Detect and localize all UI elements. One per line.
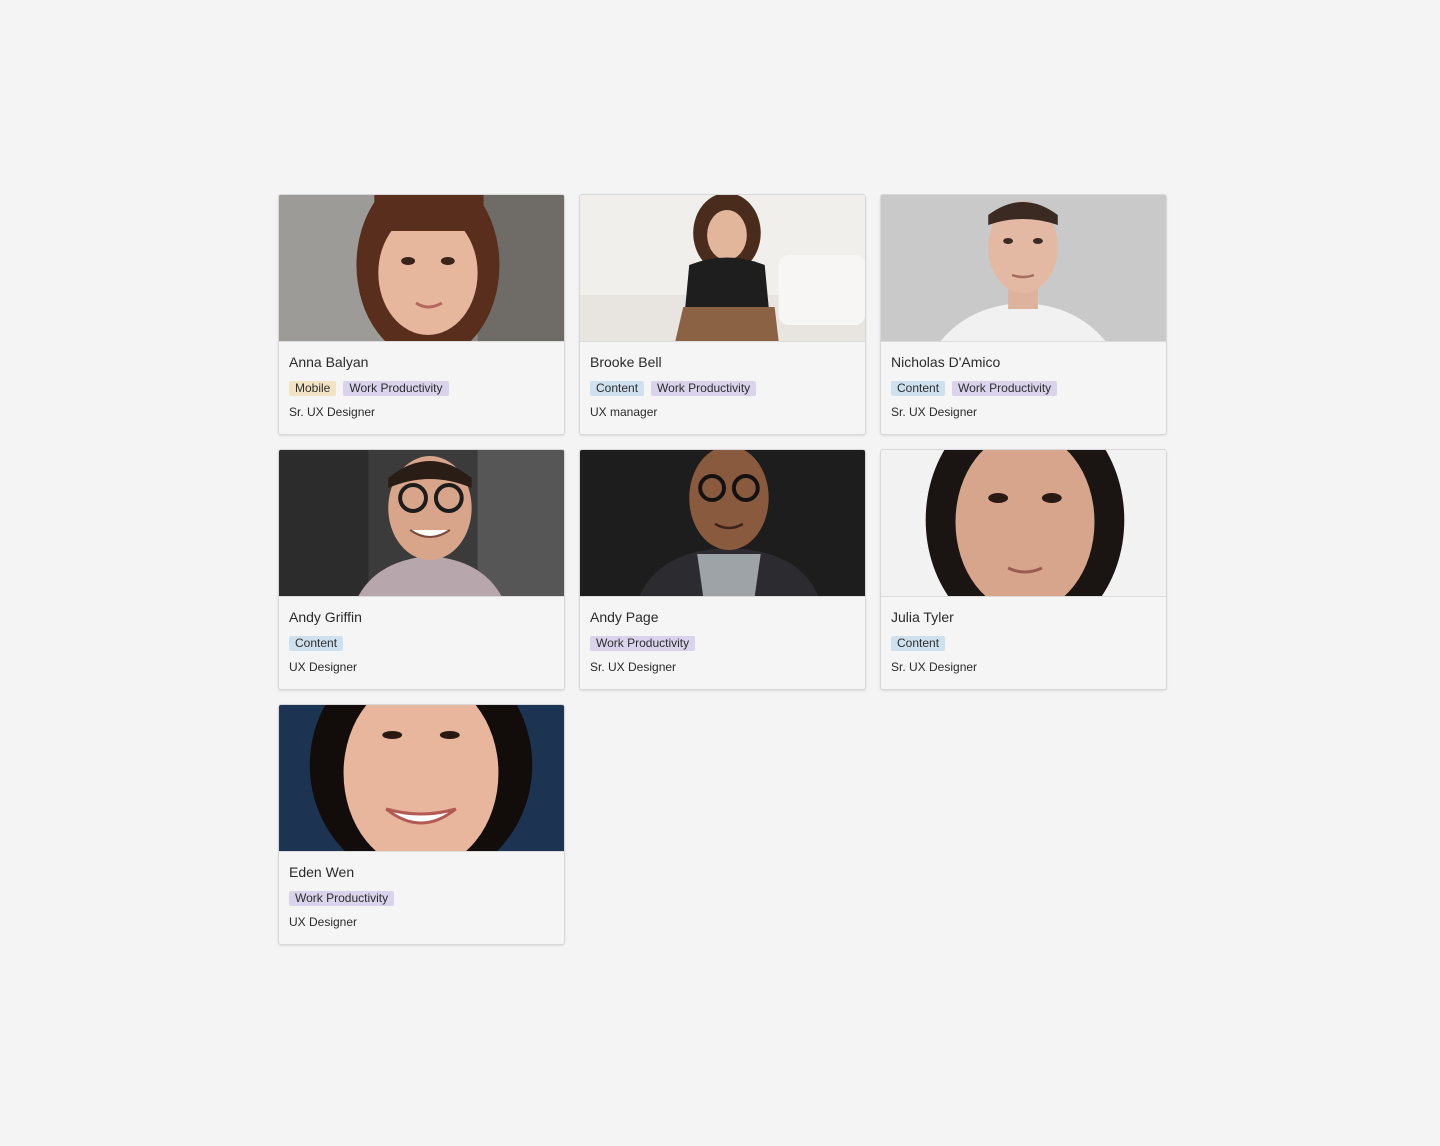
portrait-photo bbox=[279, 195, 564, 342]
tag-work-productivity: Work Productivity bbox=[952, 381, 1058, 396]
portrait-photo bbox=[580, 195, 865, 342]
tag-work-productivity: Work Productivity bbox=[651, 381, 757, 396]
person-role: UX Designer bbox=[289, 915, 358, 929]
person-name: Nicholas D'Amico bbox=[891, 354, 1001, 370]
person-name: Brooke Bell bbox=[590, 354, 662, 370]
tag-list: Work Productivity bbox=[590, 636, 855, 651]
person-role: UX Designer bbox=[289, 660, 358, 674]
person-role: UX manager bbox=[590, 405, 658, 419]
tag-list: Content Work Productivity bbox=[590, 381, 855, 396]
person-card-brooke-bell[interactable]: Brooke Bell Content Work Productivity UX… bbox=[579, 194, 866, 435]
person-name: Andy Page bbox=[590, 609, 659, 625]
people-grid: Anna Balyan Mobile Work Productivity Sr.… bbox=[278, 194, 1167, 945]
person-name: Andy Griffin bbox=[289, 609, 362, 625]
tag-work-productivity: Work Productivity bbox=[590, 636, 696, 651]
tag-work-productivity: Work Productivity bbox=[343, 381, 449, 396]
person-role: Sr. UX Designer bbox=[289, 405, 376, 419]
person-name: Anna Balyan bbox=[289, 354, 369, 370]
tag-list: Content bbox=[289, 636, 554, 651]
person-role: Sr. UX Designer bbox=[590, 660, 677, 674]
tag-list: Content Work Productivity bbox=[891, 381, 1156, 396]
portrait-photo bbox=[279, 705, 564, 852]
tag-work-productivity: Work Productivity bbox=[289, 891, 395, 906]
portrait-photo bbox=[580, 450, 865, 597]
portrait-photo bbox=[881, 195, 1166, 342]
person-card-anna-balyan[interactable]: Anna Balyan Mobile Work Productivity Sr.… bbox=[278, 194, 565, 435]
person-role: Sr. UX Designer bbox=[891, 660, 978, 674]
person-name: Julia Tyler bbox=[891, 609, 954, 625]
tag-content: Content bbox=[891, 636, 946, 651]
tag-content: Content bbox=[590, 381, 645, 396]
tag-content: Content bbox=[289, 636, 344, 651]
tag-content: Content bbox=[891, 381, 946, 396]
person-name: Eden Wen bbox=[289, 864, 355, 880]
tag-list: Content bbox=[891, 636, 1156, 651]
person-card-nicholas-damico[interactable]: Nicholas D'Amico Content Work Productivi… bbox=[880, 194, 1167, 435]
tag-list: Mobile Work Productivity bbox=[289, 381, 554, 396]
person-card-julia-tyler[interactable]: Julia Tyler Content Sr. UX Designer bbox=[880, 449, 1167, 690]
portrait-photo bbox=[881, 450, 1166, 597]
tag-mobile: Mobile bbox=[289, 381, 337, 396]
person-card-andy-page[interactable]: Andy Page Work Productivity Sr. UX Desig… bbox=[579, 449, 866, 690]
portrait-photo bbox=[279, 450, 564, 597]
person-role: Sr. UX Designer bbox=[891, 405, 978, 419]
person-card-eden-wen[interactable]: Eden Wen Work Productivity UX Designer bbox=[278, 704, 565, 945]
tag-list: Work Productivity bbox=[289, 891, 554, 906]
person-card-andy-griffin[interactable]: Andy Griffin Content UX Designer bbox=[278, 449, 565, 690]
